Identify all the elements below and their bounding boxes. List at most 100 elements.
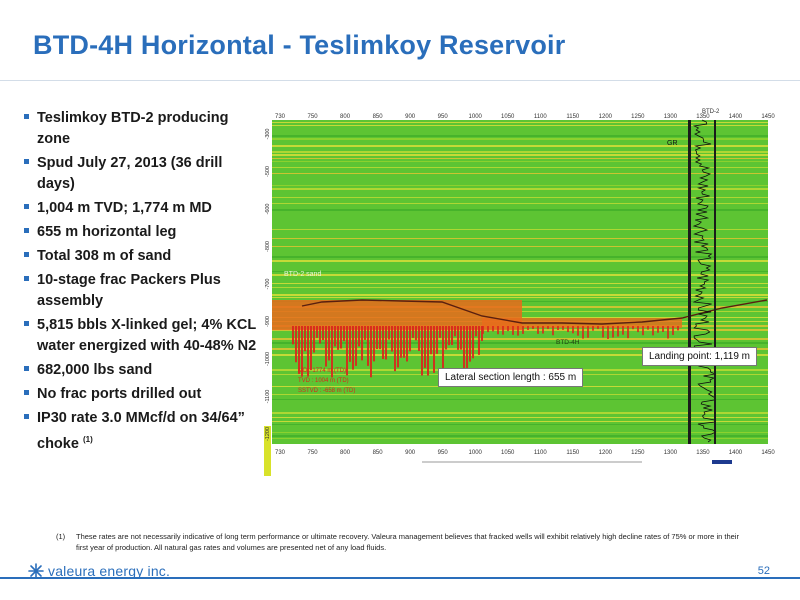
y-tick-label: -700 — [265, 278, 271, 289]
bullet-square-icon — [24, 276, 29, 281]
frac-spike — [427, 326, 429, 376]
x-tick-label: 1200 — [599, 450, 613, 456]
frac-spike — [667, 326, 669, 339]
valeura-star-icon — [28, 563, 44, 579]
frac-spike — [409, 326, 411, 352]
well-label: BTD-4H — [556, 339, 580, 346]
frac-spike — [567, 326, 569, 333]
x-tick-label: 1150 — [566, 450, 580, 456]
y-tick-label: -500 — [265, 166, 271, 177]
frac-spike — [466, 326, 468, 371]
log-track-line — [688, 120, 691, 444]
company-logo: valeura energy inc. — [28, 562, 170, 580]
frac-spike — [421, 326, 423, 376]
bullet-square-icon — [24, 228, 29, 233]
strata-band — [272, 161, 768, 162]
frac-spike — [472, 326, 474, 359]
frac-spike — [376, 326, 378, 350]
frac-spike — [397, 326, 399, 368]
y-tick-label: -600 — [265, 203, 271, 214]
bullet-square-icon — [24, 252, 29, 257]
frac-spike — [415, 326, 417, 341]
frac-spike — [469, 326, 471, 362]
frac-spike — [512, 326, 514, 335]
frac-spike — [313, 326, 315, 353]
x-tick-label: 1300 — [664, 114, 678, 120]
frac-spike — [343, 326, 345, 342]
tvd-readout: TVD : 1004 m (TD) — [298, 378, 349, 384]
frac-spike — [382, 326, 384, 360]
bullet-square-icon — [24, 390, 29, 395]
x-tick-label: 1450 — [761, 450, 775, 456]
strata-band — [272, 238, 768, 239]
frac-spike — [652, 326, 654, 336]
strata-band — [272, 438, 768, 439]
strata-band — [272, 421, 768, 422]
frac-spike — [592, 326, 594, 331]
footnote-marker: (1) — [56, 532, 66, 541]
x-tick-label: 1350 — [696, 114, 710, 120]
strata-band — [272, 158, 768, 159]
frac-spike — [388, 326, 390, 340]
bullet-text: 10-stage frac Packers Plus assembly — [37, 272, 221, 309]
frac-spike — [497, 326, 499, 335]
frac-spike — [292, 326, 294, 345]
x-tick-label: 950 — [438, 114, 449, 120]
bullet-item: IP30 rate 3.0 MMcf/d on 34/64” choke (1) — [24, 408, 264, 455]
strata-band — [272, 154, 768, 156]
frac-spike — [370, 326, 372, 378]
frac-spike — [582, 326, 584, 339]
y-axis: -300 -500 -600 -800 -700 -900 -1000 -1100 -1200 — [265, 128, 271, 441]
frac-spike — [316, 326, 318, 338]
bullet-square-icon — [24, 114, 29, 119]
frac-spike — [433, 326, 435, 373]
x-tick-label: 730 — [275, 114, 286, 120]
frac-spike — [507, 326, 509, 332]
strata-band — [272, 271, 768, 272]
frac-spike — [587, 326, 589, 338]
frac-spike — [385, 326, 387, 360]
strata-band — [272, 167, 768, 168]
frac-spike — [442, 326, 444, 374]
frac-spike — [622, 326, 624, 335]
frac-spike — [482, 326, 484, 334]
frac-spike — [547, 326, 549, 330]
footnote: (1) These rates are not necessarily indi… — [56, 531, 746, 553]
frac-spike — [662, 326, 664, 332]
x-tick-label: 1100 — [534, 450, 548, 456]
y-tick-label: -1000 — [265, 352, 271, 366]
strata-band — [272, 151, 768, 153]
frac-spike — [502, 326, 504, 335]
x-tick-label: 1150 — [566, 114, 580, 120]
strata-band — [272, 417, 768, 418]
x-tick-label: 900 — [405, 114, 416, 120]
logo-text: valeura energy inc. — [48, 563, 171, 579]
strata-band — [272, 256, 768, 258]
x-tick-label: 1300 — [664, 450, 678, 456]
frac-spike — [391, 326, 393, 352]
gr-label: GR — [667, 140, 678, 147]
frac-spike — [537, 326, 539, 334]
frac-spike — [418, 326, 420, 351]
frac-spike — [460, 326, 462, 350]
bullet-square-icon — [24, 321, 29, 326]
y-tick-label: -1200 — [265, 427, 271, 441]
strata-band — [272, 197, 768, 198]
bullet-text: 5,815 bbls X-linked gel; 4% KCL water en… — [37, 317, 257, 354]
strata-band — [272, 122, 768, 123]
bullet-item: No frac ports drilled out — [24, 384, 264, 405]
bullet-list: Teslimkoy BTD-2 producing zone Spud July… — [24, 108, 264, 458]
frac-spike — [627, 326, 629, 339]
well-section-figure: GR BTD-2 sand BTD-4H BTD-2 MD : 1774 m (… — [262, 104, 780, 478]
x-tick-label: 1400 — [729, 450, 743, 456]
frac-spike — [337, 326, 339, 350]
frac-spike — [637, 326, 639, 333]
frac-spike — [475, 326, 477, 337]
x-tick-label: 1000 — [469, 114, 483, 120]
strata-band — [272, 135, 768, 137]
frac-spike — [358, 326, 360, 347]
frac-spike — [542, 326, 544, 334]
frac-spike — [602, 326, 604, 338]
frac-spike — [430, 326, 432, 355]
sand-label: BTD-2 sand — [284, 271, 321, 278]
